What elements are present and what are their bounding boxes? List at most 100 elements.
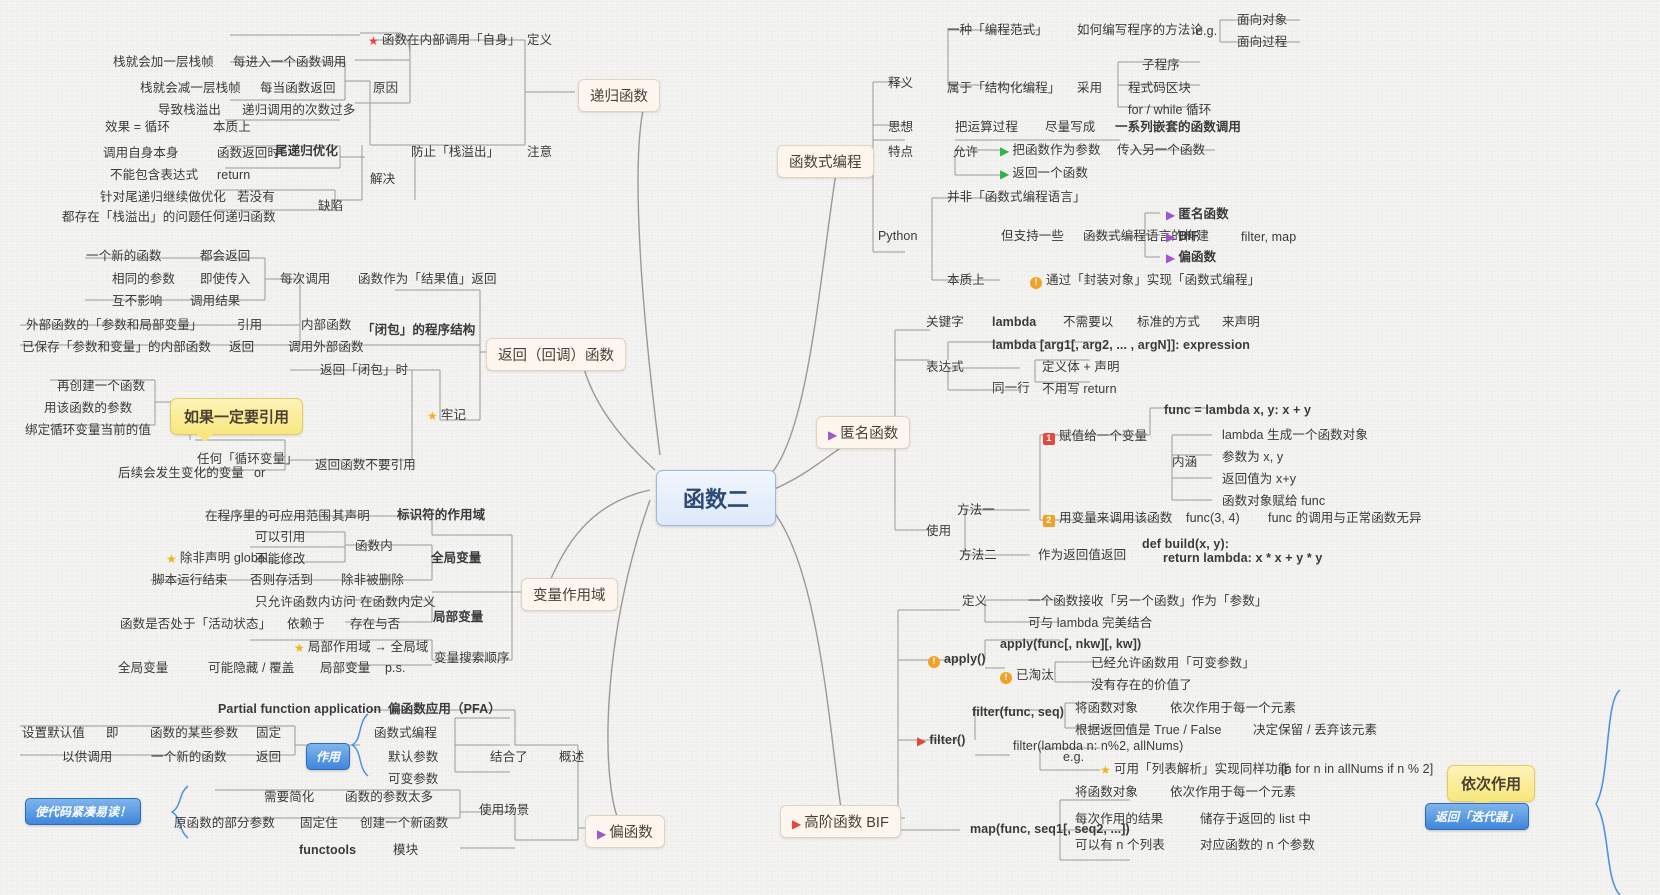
callback-dont-reference: 返回函数不要引用	[315, 458, 416, 472]
functional-explain-b-left: 属于「结构化编程」	[947, 81, 1061, 95]
topic-recursive[interactable]: 递归函数	[578, 79, 660, 112]
partial-use-a-right: 函数的参数太多	[345, 790, 434, 804]
recursive-tail-title: 尾递归优化	[275, 144, 339, 158]
anon-keyword-tail-c: 来声明	[1222, 315, 1260, 329]
topic-hof-label: 高阶函数 BIF	[804, 815, 889, 831]
anon-use-label: 使用	[926, 524, 952, 538]
recursive-flaw-label: 缺陷	[318, 199, 344, 213]
callback-or: or	[254, 466, 266, 480]
hof-filter-eg-star-tail: [n for n in allNums if n % 2]	[1281, 762, 1434, 776]
hof-filter-eg-star: ★ 可用「列表解析」实现同样功能	[1100, 762, 1291, 777]
functional-explain-b-item-2: for / while 循环	[1128, 103, 1212, 117]
callback-later-change: 后续会发生变化的变量	[118, 466, 245, 480]
anon-method2-code-line1: def build(x, y):	[1142, 537, 1230, 551]
recursive-flaw-item-1-left: 都存在「栈溢出」的问题	[62, 210, 201, 224]
functional-construct-2: ▶ 偏函数	[1166, 250, 1217, 265]
callback-item-1-right: 即使传入	[200, 272, 251, 286]
anon-keyword-tail-b: 标准的方式	[1137, 315, 1201, 329]
functional-explain-b-item-1: 程式码区块	[1128, 81, 1192, 95]
center-node[interactable]: 函数二	[656, 470, 777, 526]
hof-apply-reason-b: 没有存在的价值了	[1091, 678, 1192, 692]
scope-global-label: 全局变量	[431, 551, 482, 565]
callback-each-call: 每次调用	[280, 272, 331, 286]
scope-local-d: 依赖于	[287, 617, 325, 631]
warning-icon: !	[1000, 672, 1012, 684]
hof-define-label: 定义	[962, 594, 988, 608]
recursive-flaw-item-0-right: 若没有	[237, 190, 275, 204]
hof-filter-eg-code: filter(lambda n: n%2, allNums)	[1013, 739, 1184, 753]
anon-method1-label: 方法一	[957, 503, 995, 517]
partial-effect-item-1: 默认参数	[388, 750, 439, 764]
anon-expr-item-0: 定义体 + 声明	[1042, 360, 1120, 374]
functional-python-not: 并非「函数式编程语言」	[947, 190, 1086, 204]
scope-global-item-0: 可以引用	[255, 530, 306, 544]
partial-use-b-mid: 固定住	[300, 816, 338, 830]
topic-functional[interactable]: 函数式编程	[777, 145, 874, 178]
topic-partial-label: 偏函数	[609, 825, 653, 841]
partial-functools: functools	[299, 843, 357, 857]
callback-bubble: 如果一定要引用	[170, 398, 304, 442]
recursive-note-text: 防止「栈溢出」	[411, 145, 500, 159]
scope-global-alive-c: 除非被删除	[341, 573, 405, 587]
functional-feature-label: 特点	[888, 145, 914, 159]
partial-functools-label: 模块	[393, 843, 419, 857]
topic-scope[interactable]: 变量作用域	[521, 578, 618, 611]
partial-overview-label: 概述	[559, 750, 585, 764]
functional-python-but: 但支持一些	[1001, 229, 1065, 243]
scope-search-ps: p.s.	[385, 661, 406, 675]
scope-local-label: 局部变量	[433, 610, 484, 624]
scope-local-b: 在函数内定义	[360, 595, 436, 609]
callback-bubble-item-0: 再创建一个函数	[57, 379, 146, 393]
functional-idea-c: 一系列嵌套的函数调用	[1115, 120, 1242, 134]
partial-def-a-tail: 固定	[256, 726, 282, 740]
hof-filter-a-right: 依次作用于每一个元素	[1170, 701, 1297, 715]
anon-keyword: lambda	[992, 315, 1037, 329]
partial-effect-item-0: 函数式编程	[374, 726, 438, 740]
recursive-flaw-item-0-left: 针对尾递归继续做优化	[100, 190, 227, 204]
anon-expr-sameline: 同一行	[992, 381, 1030, 395]
anon-expr-syntax: lambda [arg1[, arg2, ... , argN]]: expre…	[992, 338, 1251, 352]
scope-ident-scope: 标识符的作用域	[397, 508, 486, 522]
hof-filter-b-right: 决定保留 / 丢弃该元素	[1253, 723, 1378, 737]
functional-feature-item-0-tail: 传入另一个函数	[1117, 143, 1206, 157]
recursive-note-label: 注意	[527, 145, 553, 159]
hof-pill: 返回「迭代器」	[1425, 803, 1530, 830]
callback-remember: ★ 牢记	[427, 408, 467, 423]
anon-expr-item-1: 不用写 return	[1042, 382, 1117, 396]
anon-method1-code: func = lambda x, y: x + y	[1164, 403, 1312, 417]
partial-effect-join: 结合了	[490, 750, 528, 764]
recursive-reason-item-1-left: 栈就会减一层栈帧	[140, 81, 241, 95]
anon-method2-text: 作为返回值返回	[1038, 548, 1127, 562]
functional-explain-a-mid: 如何编写程序的方法论	[1077, 23, 1204, 37]
topic-callback[interactable]: 返回（回调）函数	[486, 338, 626, 371]
hof-bubble: 依次作用	[1447, 765, 1536, 809]
callback-closure-item-0-left: 外部函数的「参数和局部变量」	[26, 318, 203, 332]
topic-anonymous[interactable]: ▶ 匿名函数	[816, 416, 911, 449]
partial-def-a-left: 设置默认值	[22, 726, 86, 740]
recursive-reason-item-0-right: 每进入一个函数调用	[233, 55, 347, 69]
functional-feature-allow: 允许	[953, 145, 979, 159]
callback-closure-item-1-right: 调用外部函数	[288, 340, 364, 354]
callback-closure-item-0-mid: 引用	[237, 318, 263, 332]
callback-result-return: 函数作为「结果值」返回	[358, 272, 497, 286]
recursive-definition-label: 定义	[527, 33, 553, 47]
topic-hof[interactable]: ▶ 高阶函数 BIF	[780, 805, 901, 838]
recursive-tail-item-2-right: return	[217, 168, 251, 182]
functional-construct-1-tail: filter, map	[1241, 230, 1297, 244]
anon-expr-label: 表达式	[926, 360, 964, 374]
scope-local-a: 只允许函数内访问	[255, 595, 356, 609]
recursive-reason-item-2-left: 导致栈溢出	[158, 103, 222, 117]
functional-construct-1: ▶ BIF	[1166, 229, 1199, 244]
callback-closure-item-1-left: 已保存「参数和变量」的内部函数	[22, 340, 212, 354]
warning-icon: !	[928, 656, 940, 668]
topic-partial[interactable]: ▶ 偏函数	[585, 815, 665, 848]
anon-inner-item-1: 参数为 x, y	[1222, 450, 1284, 464]
star-yellow-icon: ★	[1100, 763, 1111, 777]
flag-purple-icon: ▶	[828, 428, 838, 442]
functional-explain-label: 释义	[888, 76, 914, 90]
anon-method1-step2: 2 用变量来调用该函数	[1043, 511, 1172, 527]
recursive-tail-item-1-right: 函数返回时	[217, 146, 281, 160]
flag-red-icon: ▶	[792, 817, 802, 831]
functional-explain-b-mid: 采用	[1077, 81, 1103, 95]
hof-filter-a-left: 将函数对象	[1075, 701, 1139, 715]
